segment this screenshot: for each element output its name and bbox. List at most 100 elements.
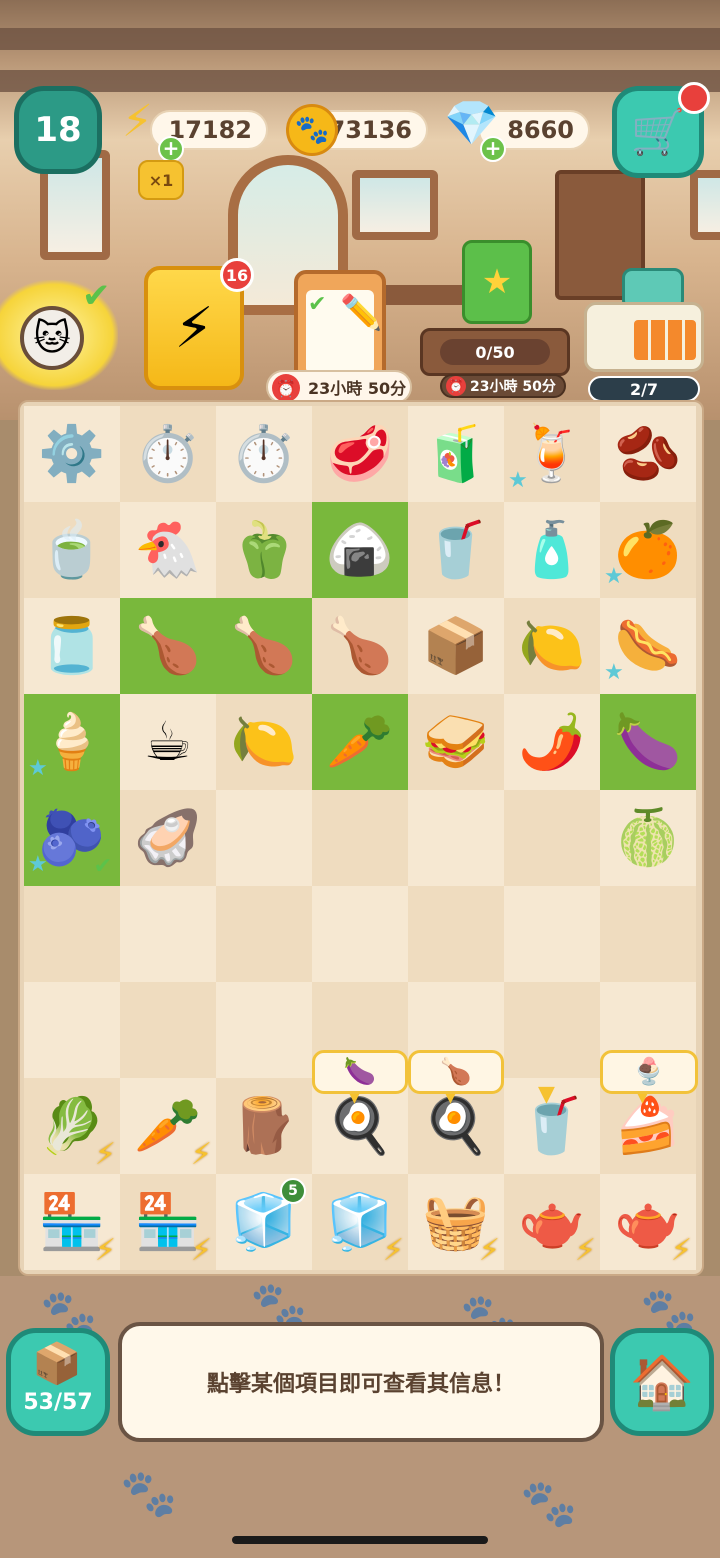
lightning-icon: ⚡ (382, 1233, 404, 1268)
order-dessert-set[interactable]: 🍨 (600, 1050, 698, 1094)
board-item-stopwatch[interactable]: ⏱️ (216, 406, 312, 502)
sandwich-stack-icon: 🥪 (422, 710, 490, 773)
empty-cell[interactable] (504, 886, 600, 982)
board-item-green-lime[interactable]: 🍈 (600, 790, 696, 886)
board-item-blueberry-smoothie[interactable]: 🫐 ★ ✔ (24, 790, 120, 886)
empty-cell[interactable] (600, 886, 696, 982)
empty-cell[interactable] (312, 790, 408, 886)
order-eggplant[interactable]: 🍆 (312, 1050, 408, 1094)
chicken-breast-icon: 🍗 (439, 1057, 473, 1087)
table (380, 285, 470, 305)
check-icon: ✔ (82, 276, 111, 316)
empty-cell[interactable] (408, 790, 504, 886)
player-level-badge[interactable]: 18 (14, 86, 102, 174)
item-info-text: 點擊某個項目即可查看其信息！ (206, 1372, 515, 1397)
board-item-orange-juice[interactable]: 🍊 ★ (600, 502, 696, 598)
stopwatch-icon: ⏱️ (134, 422, 202, 485)
board-item-carrot-crate[interactable]: 🥕 ⚡ (120, 1078, 216, 1174)
drumstick-icon: 🍗 (326, 614, 394, 677)
cream-dessert-icon: 🍦 (38, 710, 106, 773)
board-item-black-tea[interactable]: ☕ (120, 694, 216, 790)
register-progress: 2/7 (588, 376, 700, 402)
board-item-chicken-breast[interactable]: 🍗 (216, 598, 312, 694)
board-item-coffee-jar[interactable]: 🫙 (24, 598, 120, 694)
board-item-blue-fridge[interactable]: 🧊 5 (216, 1174, 312, 1270)
alarm-clock-icon: ⏰ (446, 376, 466, 396)
eggplant-icon: 🍆 (614, 710, 682, 773)
lightning-icon: ⚡ (94, 1137, 116, 1172)
order-chicken-breast[interactable]: 🍗 (408, 1050, 504, 1094)
energy-multiplier-button[interactable]: ×1 (138, 160, 184, 200)
empty-cell[interactable] (216, 790, 312, 886)
add-gems-button[interactable]: + (480, 136, 506, 162)
customer-avatar[interactable]: 🐱 (20, 306, 84, 370)
soda-bottle-icon: 🧴 (518, 518, 586, 581)
board-item-chili-pepper[interactable]: 🌶️ (504, 694, 600, 790)
board-item-carrot[interactable]: 🥕 (312, 694, 408, 790)
board-item-blender[interactable]: 🥤 ▼ (504, 1078, 600, 1174)
sausage-plate-icon: 🌭 (614, 614, 682, 677)
empty-cell[interactable] (216, 982, 312, 1078)
empty-cell[interactable] (216, 886, 312, 982)
board-item-energy-drink[interactable]: 🥤 (408, 502, 504, 598)
stopwatch-icon: ⏱️ (230, 422, 298, 485)
board-item-salami[interactable]: 🥩 (312, 406, 408, 502)
check-icon: ✔ (93, 854, 112, 879)
dessert-set-icon: 🍨 (632, 1057, 666, 1087)
ceiling-beam (0, 70, 720, 92)
board-item-oyster[interactable]: 🦪 (120, 790, 216, 886)
energy-drink-icon: 🥤 (422, 518, 490, 581)
add-energy-button[interactable]: + (158, 136, 184, 162)
board-item-matcha-box[interactable]: 📦 (408, 598, 504, 694)
board-item-fruit-basket[interactable]: 🧺 ⚡ (408, 1174, 504, 1270)
home-button[interactable]: 🏠 (610, 1328, 714, 1436)
star-icon: ★ (28, 852, 48, 877)
board-item-green-tea-cup[interactable]: 🍵 (24, 502, 120, 598)
pencil-icon: ✏️ (340, 293, 383, 333)
board-item-sandwich-stack[interactable]: 🥪 (408, 694, 504, 790)
empty-cell[interactable] (408, 886, 504, 982)
energy-pack-icon: ⚡ (174, 295, 214, 361)
empty-cell[interactable] (24, 886, 120, 982)
board-item-grape-juice-bottle[interactable]: 🧃 (408, 406, 504, 502)
star-icon: ★ (604, 564, 624, 589)
empty-cell[interactable] (504, 982, 600, 1078)
cash-register-button[interactable] (584, 268, 704, 374)
star-icon: ★ (508, 468, 528, 493)
task-timer-text: 23小時 50分 (308, 379, 407, 398)
board-item-tea-cart[interactable]: 🫖 ⚡ (504, 1174, 600, 1270)
board-item-tea-cart[interactable]: 🫖 ⚡ (600, 1174, 696, 1270)
star-icon: ★ (604, 660, 624, 685)
limes-icon: 🍋 (230, 710, 298, 773)
empty-cell[interactable] (504, 790, 600, 886)
board-item-chicken-breast[interactable]: 🍗 (120, 598, 216, 694)
empty-cell[interactable] (312, 886, 408, 982)
board-item-juice-stand[interactable]: 🏪 ⚡ (24, 1174, 120, 1270)
board-item-drumstick[interactable]: 🍗 (312, 598, 408, 694)
board-item-vegetable-crate[interactable]: 🥬 ⚡ (24, 1078, 120, 1174)
board-item-stopwatch[interactable]: ⏱️ (120, 406, 216, 502)
board-item-rice-rolls[interactable]: 🍙 (312, 502, 408, 598)
storage-box-icon: 📦 (32, 1341, 82, 1387)
board-item-gear-cookie[interactable]: ⚙️ (24, 406, 120, 502)
board-item-chicken-timer[interactable]: 🐔 (120, 502, 216, 598)
board-item-limes[interactable]: 🍋 (216, 694, 312, 790)
board-item-eggplant[interactable]: 🍆 (600, 694, 696, 790)
board-item-blue-fridge[interactable]: 🧊 ⚡ (312, 1174, 408, 1270)
board-item-cream-dessert[interactable]: 🍦 ★ (24, 694, 120, 790)
board-item-cutting-board-stand[interactable]: 🪵 (216, 1078, 312, 1174)
board-item-drink-dispenser[interactable]: 🏪 ⚡ (120, 1174, 216, 1270)
empty-cell[interactable] (120, 886, 216, 982)
empty-cell[interactable] (120, 982, 216, 1078)
empty-cell[interactable] (24, 982, 120, 1078)
board-item-coffee-beans[interactable]: 🫘 (600, 406, 696, 502)
board-item-sausage-plate[interactable]: 🌭 ★ (600, 598, 696, 694)
board-item-bell-pepper[interactable]: 🫑 (216, 502, 312, 598)
merge-grid: ⚙️ ⏱️ ⏱️ 🥩 🧃 🍹 ★ 🫘 🍵 🐔 🫑 🍙 🥤 🧴 🍊 ★ 🫙 🍗 🍗 🍗 📦 🍋 🌭 ★ 🍦 ★ ☕ 🍋 🥕 🥪 🌶️ 🍆 🫐 ★ ✔ 🦪… (24, 406, 698, 1270)
board-item-lemons[interactable]: 🍋 (504, 598, 600, 694)
board-item-strawberry-smoothie[interactable]: 🍹 ★ (504, 406, 600, 502)
chicken-breast-icon: 🍗 (134, 614, 202, 677)
event-bag-button[interactable]: ★ (462, 240, 532, 324)
window (352, 170, 438, 240)
board-item-soda-bottle[interactable]: 🧴 (504, 502, 600, 598)
